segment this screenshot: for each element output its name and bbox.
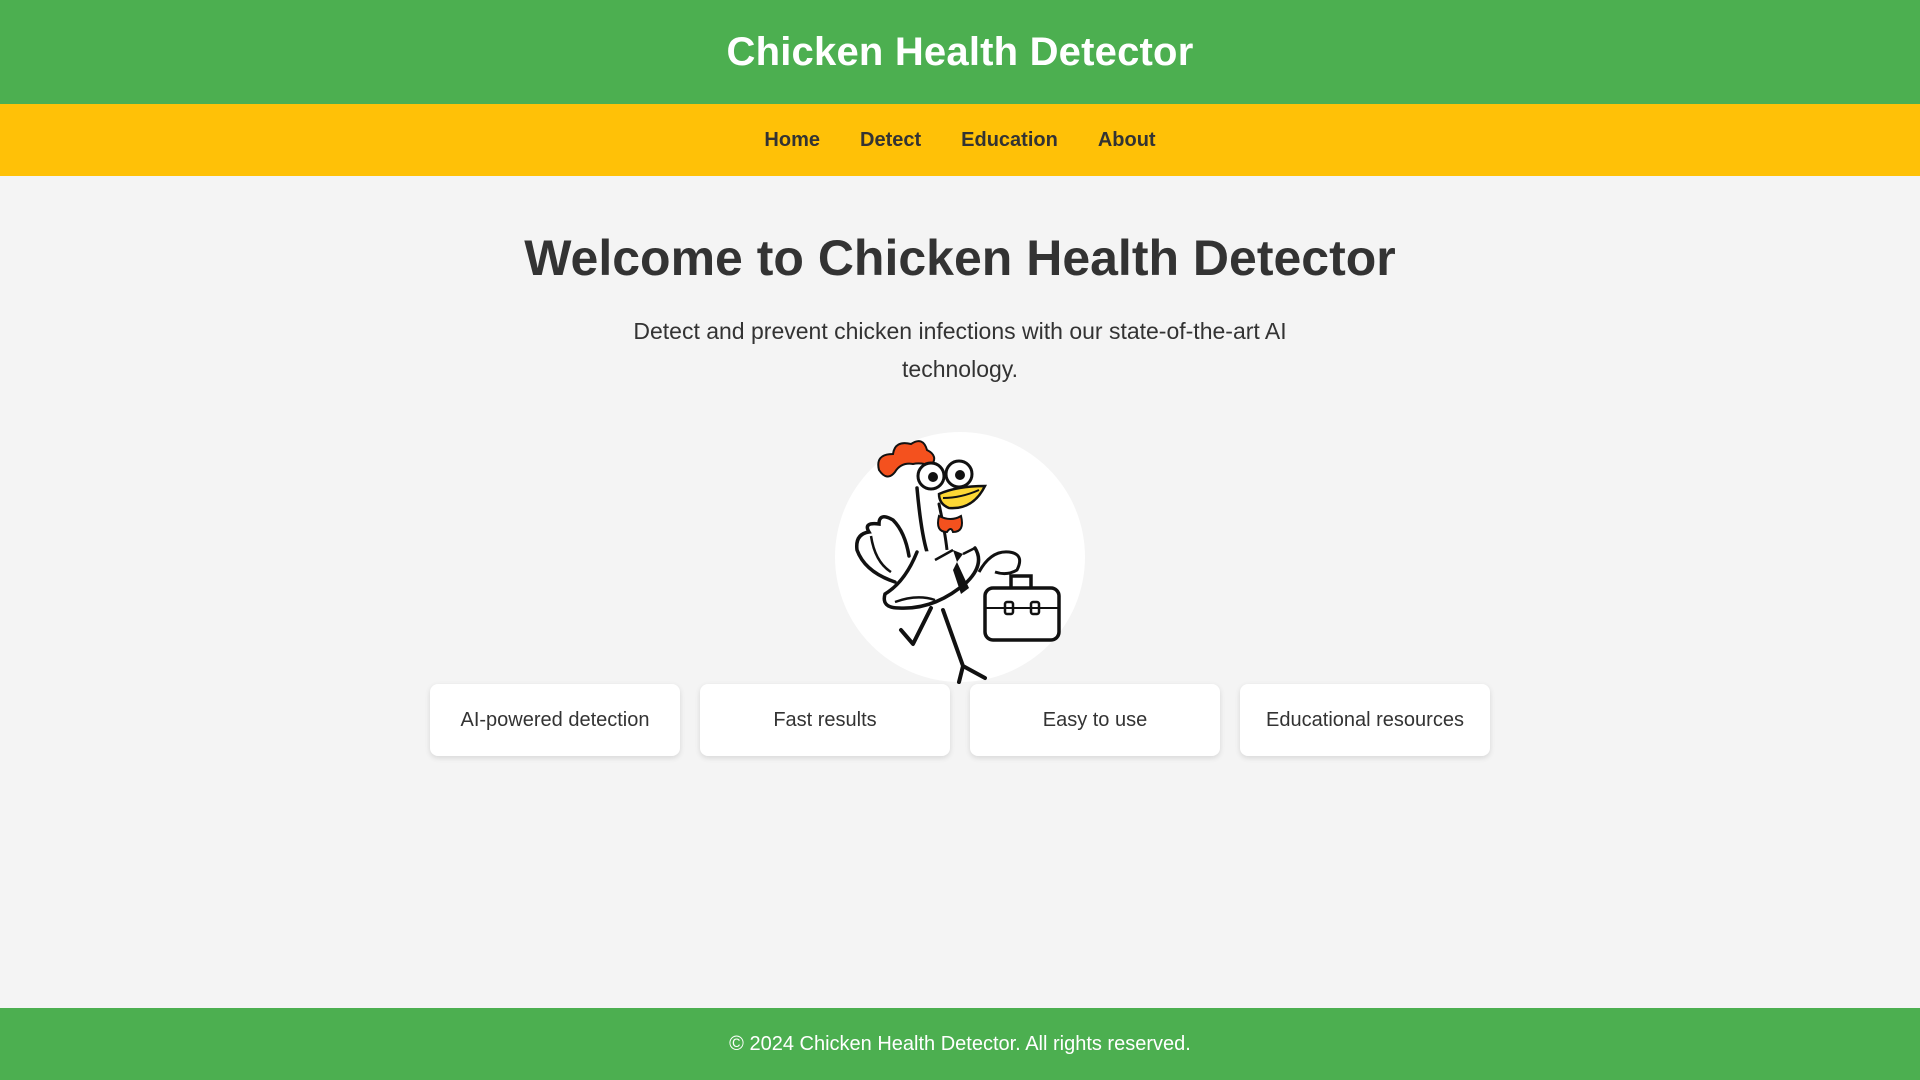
- feature-list: AI-powered detection Fast results Easy t…: [0, 684, 1920, 756]
- hero-tagline: Detect and prevent chicken infections wi…: [633, 318, 1287, 382]
- site-footer: © 2024 Chicken Health Detector. All righ…: [0, 1008, 1920, 1080]
- chicken-doctor-illustration: [835, 432, 1085, 684]
- feature-card-educational-resources: Educational resources: [1240, 684, 1490, 756]
- feature-card-easy-to-use: Easy to use: [970, 684, 1220, 756]
- site-header: Chicken Health Detector: [0, 0, 1920, 104]
- copyright-text: © 2024 Chicken Health Detector. All righ…: [729, 1032, 1191, 1055]
- site-title: Chicken Health Detector: [726, 29, 1194, 74]
- chicken-doctor-icon: [855, 440, 1061, 684]
- nav-link-home[interactable]: Home: [764, 129, 820, 152]
- feature-card-ai-detection: AI-powered detection: [430, 684, 680, 756]
- feature-card-fast-results: Fast results: [700, 684, 950, 756]
- nav-bar: Home Detect Education About: [0, 104, 1920, 176]
- welcome-heading: Welcome to Chicken Health Detector: [524, 230, 1396, 286]
- nav-link-education[interactable]: Education: [961, 129, 1058, 152]
- hero-image-container: [835, 432, 1085, 684]
- main-content: Welcome to Chicken Health Detector Detec…: [0, 176, 1920, 756]
- nav-link-about[interactable]: About: [1098, 129, 1156, 152]
- nav-link-detect[interactable]: Detect: [860, 129, 921, 152]
